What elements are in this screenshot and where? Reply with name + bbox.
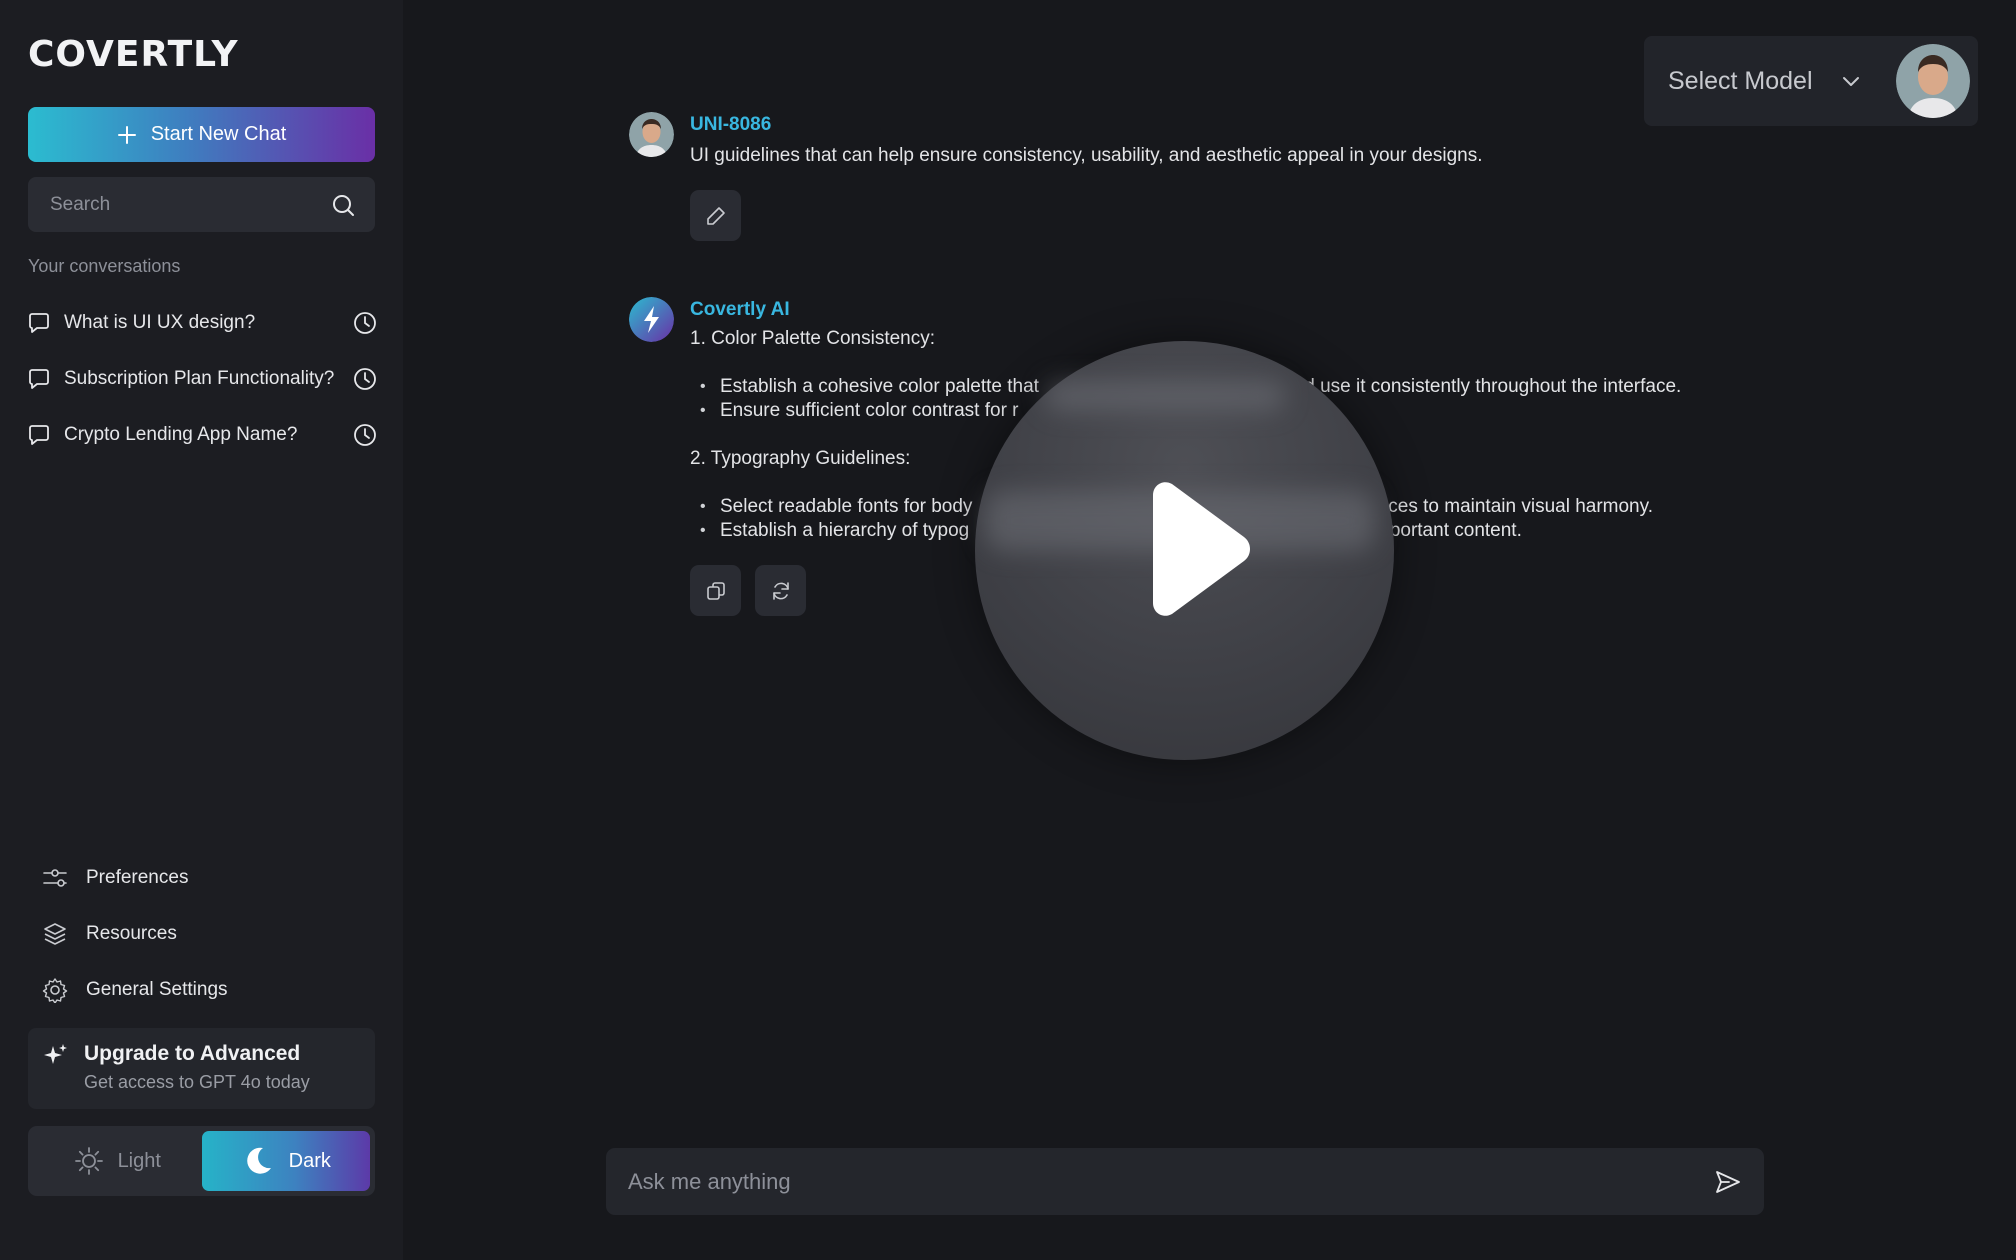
sparkles-icon bbox=[44, 1044, 67, 1064]
video-play-overlay[interactable] bbox=[975, 341, 1394, 760]
refresh-icon bbox=[772, 581, 789, 600]
edit-button[interactable] bbox=[690, 190, 741, 241]
sliders-icon bbox=[43, 869, 67, 887]
covertly-ai-avatar bbox=[629, 297, 674, 342]
conversation-list: What is UI UX design? Subscription Plan … bbox=[28, 295, 377, 463]
chevron-down-icon bbox=[1842, 77, 1859, 86]
conversation-label: What is UI UX design? bbox=[64, 312, 256, 333]
conversation-label: Crypto Lending App Name? bbox=[64, 424, 298, 445]
conversation-item[interactable]: Subscription Plan Functionality? bbox=[28, 351, 377, 407]
message-author[interactable]: Covertly AI bbox=[690, 299, 1681, 321]
copy-button[interactable] bbox=[690, 565, 741, 616]
moon-icon bbox=[246, 1147, 271, 1174]
conversation-item[interactable]: What is UI UX design? bbox=[28, 295, 377, 351]
chat-bubble-icon bbox=[29, 425, 49, 445]
search-icon[interactable] bbox=[331, 193, 355, 217]
menu-item-label: General Settings bbox=[86, 979, 228, 1000]
bullet-text-tail: faces to maintain visual harmony. bbox=[1372, 496, 1653, 517]
start-new-chat-button[interactable]: Start New Chat bbox=[28, 107, 375, 162]
chat-bubble-icon bbox=[29, 313, 49, 333]
play-icon[interactable] bbox=[1125, 481, 1255, 621]
upgrade-text: Upgrade to Advanced Get access to GPT 4o… bbox=[84, 1042, 310, 1109]
bullet-text: Select readable fonts for body bbox=[720, 496, 973, 517]
conversations-heading: Your conversations bbox=[28, 256, 181, 276]
message-text: UI guidelines that can help ensure consi… bbox=[690, 145, 1483, 166]
theme-light-option[interactable]: Light bbox=[33, 1131, 202, 1191]
user-message: UNI-8086 UI guidelines that can help ens… bbox=[629, 112, 1483, 241]
chat-input[interactable] bbox=[628, 1168, 1714, 1195]
history-icon[interactable] bbox=[353, 367, 377, 391]
upgrade-card[interactable]: Upgrade to Advanced Get access to GPT 4o… bbox=[28, 1028, 375, 1109]
sidebar-menu: Preferences Resources General Settings bbox=[42, 850, 372, 1018]
sun-icon bbox=[74, 1147, 103, 1175]
bullet-text-tail: nportant content. bbox=[1379, 520, 1522, 541]
user-message-avatar bbox=[629, 112, 674, 157]
plus-icon bbox=[117, 125, 136, 144]
model-select-label: Select Model bbox=[1668, 66, 1813, 95]
logo: COVERTLY bbox=[28, 34, 239, 75]
copy-icon bbox=[706, 581, 725, 600]
theme-dark-label: Dark bbox=[288, 1149, 331, 1172]
menu-item-resources[interactable]: Resources bbox=[42, 906, 372, 962]
blurred-text bbox=[1045, 381, 1285, 411]
theme-dark-option[interactable]: Dark bbox=[201, 1131, 370, 1191]
bullet-text: Establish a hierarchy of typog bbox=[720, 520, 970, 541]
theme-toggle: Light Dark bbox=[28, 1126, 375, 1196]
conversation-item[interactable]: Crypto Lending App Name? bbox=[28, 407, 377, 463]
sidebar: COVERTLY Start New Chat Your conversatio… bbox=[0, 0, 403, 1260]
user-message-actions bbox=[690, 190, 1483, 241]
regenerate-button[interactable] bbox=[755, 565, 806, 616]
chat-bubble-icon bbox=[29, 369, 49, 389]
model-select-panel: Select Model bbox=[1644, 36, 1978, 126]
message-author[interactable]: UNI-8086 bbox=[690, 114, 1483, 136]
theme-light-label: Light bbox=[117, 1149, 161, 1172]
send-icon[interactable] bbox=[1714, 1168, 1742, 1196]
menu-item-label: Preferences bbox=[86, 867, 189, 888]
start-new-chat-label: Start New Chat bbox=[150, 123, 287, 145]
search-box bbox=[28, 177, 375, 232]
chat-input-bar bbox=[606, 1148, 1764, 1215]
user-message-content: UNI-8086 UI guidelines that can help ens… bbox=[690, 112, 1483, 241]
history-icon[interactable] bbox=[353, 423, 377, 447]
upgrade-title: Upgrade to Advanced bbox=[84, 1042, 301, 1065]
upgrade-subtitle: Get access to GPT 4o today bbox=[84, 1072, 310, 1092]
bullet-text: Establish a cohesive color palette that bbox=[720, 376, 1045, 397]
search-input[interactable] bbox=[50, 193, 331, 216]
pencil-icon bbox=[706, 206, 725, 225]
layers-icon bbox=[44, 923, 66, 945]
gear-icon bbox=[42, 978, 68, 1003]
menu-item-preferences[interactable]: Preferences bbox=[42, 850, 372, 906]
history-icon[interactable] bbox=[353, 311, 377, 335]
user-avatar[interactable] bbox=[1896, 44, 1970, 118]
bullet-text-tail: d use it consistently throughout the int… bbox=[1304, 376, 1682, 397]
menu-item-label: Resources bbox=[86, 923, 177, 944]
model-select-dropdown[interactable]: Select Model bbox=[1668, 36, 1861, 126]
conversation-label: Subscription Plan Functionality? bbox=[64, 368, 335, 389]
menu-item-general-settings[interactable]: General Settings bbox=[42, 962, 372, 1018]
